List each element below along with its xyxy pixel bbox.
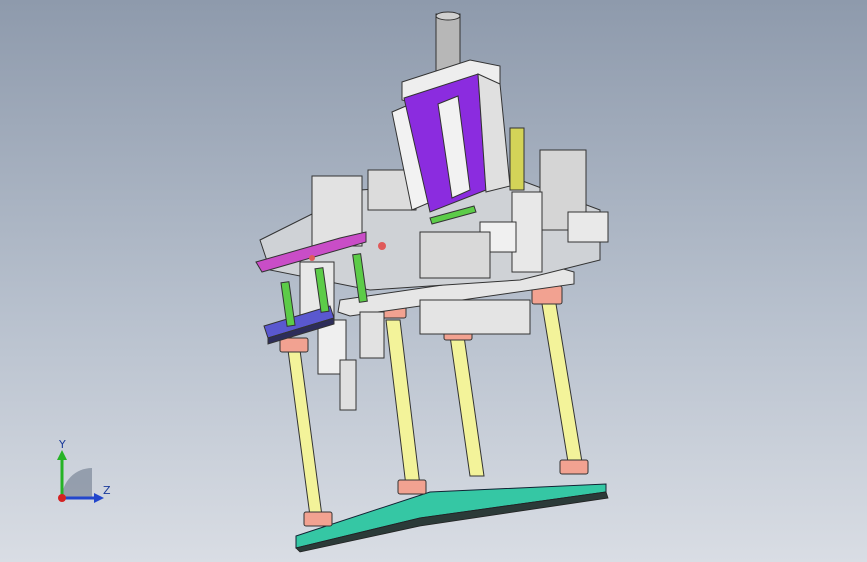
olive-strip bbox=[509, 127, 525, 191]
rod bbox=[339, 359, 357, 411]
guide-column-back-mid[interactable] bbox=[449, 335, 485, 477]
side-block bbox=[359, 311, 385, 359]
guide-column-front-mid[interactable] bbox=[385, 319, 421, 487]
coordinate-triad-icon bbox=[57, 450, 104, 503]
piston-rod[interactable] bbox=[435, 13, 461, 73]
press-assembly-model[interactable] bbox=[0, 0, 867, 562]
coordinate-triad: Y Z bbox=[40, 436, 120, 516]
guide-column-back-right[interactable] bbox=[541, 303, 583, 463]
cad-viewport[interactable]: Y Z bbox=[0, 0, 867, 562]
triad-y-label: Y bbox=[59, 438, 66, 451]
green-bar bbox=[280, 281, 296, 327]
main-press-cylinder[interactable] bbox=[391, 11, 511, 213]
collar bbox=[559, 459, 589, 475]
collar bbox=[303, 511, 333, 527]
collar bbox=[279, 337, 309, 353]
triad-z-label: Z bbox=[103, 484, 111, 497]
red-fitting bbox=[309, 255, 315, 261]
inner-mechanism bbox=[419, 231, 491, 279]
piston-rod-top bbox=[435, 11, 461, 21]
guide-column-front-left[interactable] bbox=[287, 349, 323, 517]
cross-block bbox=[419, 299, 531, 335]
collar bbox=[397, 479, 427, 495]
red-fitting bbox=[378, 242, 386, 250]
motor-block bbox=[567, 211, 609, 243]
